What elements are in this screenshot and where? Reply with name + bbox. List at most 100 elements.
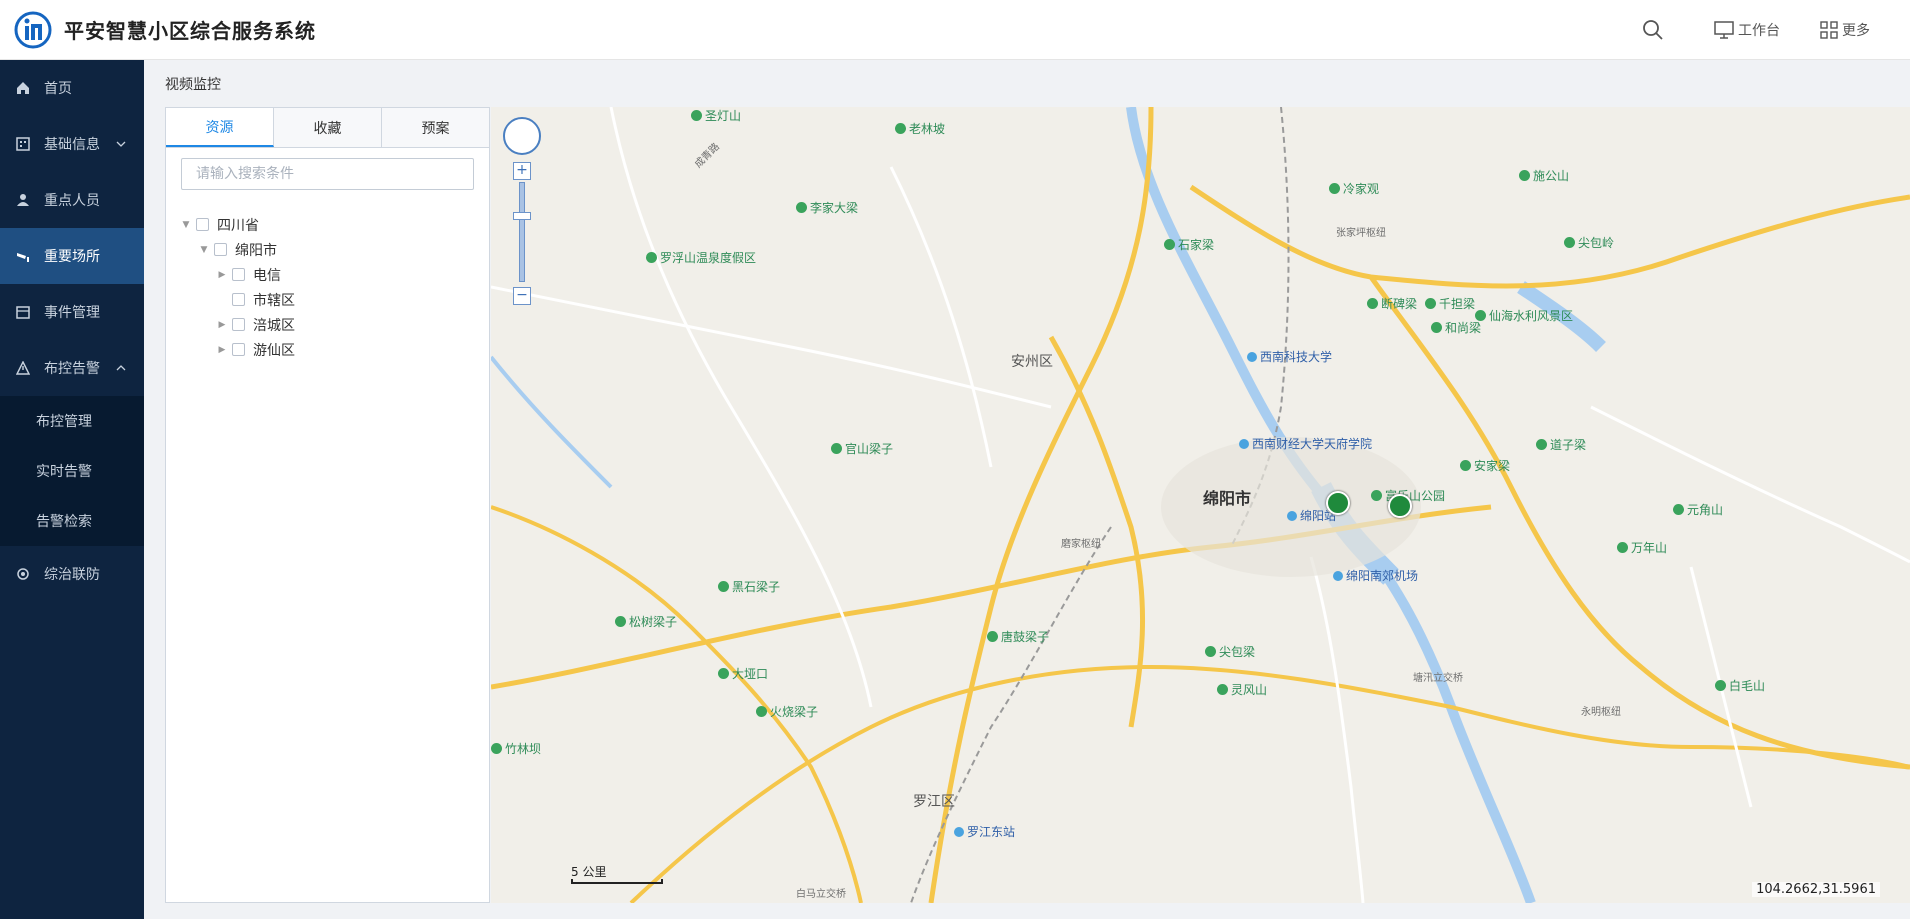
sidebar-item-home[interactable]: 首页 — [0, 60, 144, 116]
camera-marker[interactable] — [1326, 491, 1350, 515]
map-poi-label: 西南科技大学 — [1247, 348, 1332, 365]
map-green-label: 仙海水利风景区 — [1475, 307, 1573, 324]
map-green-label: 施公山 — [1519, 167, 1569, 184]
tab-resources[interactable]: 资源 — [166, 108, 274, 147]
map-green-label: 罗浮山温泉度假区 — [646, 249, 756, 266]
map-place-label: 永明枢纽 — [1581, 707, 1621, 718]
map-district-label: 罗江区 — [913, 794, 955, 810]
tree-node-city-district[interactable]: 市辖区 — [166, 287, 489, 312]
map-green-label: 唐鼓梁子 — [987, 628, 1049, 645]
tree-checkbox[interactable] — [214, 243, 227, 256]
more-button[interactable]: 更多 — [1820, 20, 1870, 40]
sidebar-item-label: 事件管理 — [44, 305, 100, 321]
map-green-label: 石家梁 — [1164, 236, 1214, 253]
map-green-label: 断碑梁 — [1367, 295, 1417, 312]
expand-toggle-icon[interactable]: ▼ — [198, 245, 210, 255]
map-poi-label: 绵阳南郊机场 — [1333, 567, 1418, 584]
map-green-label: 万年山 — [1617, 539, 1667, 556]
sidebar-item-label: 重点人员 — [44, 193, 100, 209]
map-green-label: 官山梁子 — [831, 440, 893, 457]
sidebar-item-label: 综治联防 — [44, 567, 100, 583]
tree-tabs: 资源 收藏 预案 — [166, 108, 489, 148]
calendar-icon — [16, 306, 30, 319]
zoom-slider-handle[interactable] — [513, 212, 531, 220]
map-green-label: 安家梁 — [1460, 457, 1510, 474]
map-green-label: 大垭口 — [718, 665, 768, 682]
map-poi-label: 西南财经大学天府学院 — [1239, 435, 1372, 452]
tree-node-city[interactable]: ▼ 绵阳市 — [166, 237, 489, 262]
sidebar: 首页 基础信息 重点人员 重要场所 事件管理 布控告警 布控管理 实时告警 告警… — [0, 60, 144, 919]
workbench-button[interactable]: 工作台 — [1714, 20, 1780, 40]
map-pan-control[interactable] — [503, 117, 541, 155]
top-header: 平安智慧小区综合服务系统 工作台 更多 — [0, 0, 1910, 60]
home-icon — [17, 82, 29, 94]
map-district-label: 安州区 — [1011, 354, 1053, 370]
tree-node-label: 市辖区 — [253, 292, 295, 309]
zoom-slider-track[interactable] — [519, 182, 525, 282]
tree-node-telecom[interactable]: ▶ 电信 — [166, 262, 489, 287]
sidebar-item-alarm-control[interactable]: 布控告警 — [0, 340, 144, 396]
tree-node-label: 游仙区 — [253, 342, 295, 359]
map-zoom-control: + − — [513, 162, 531, 307]
sidebar-item-event-management[interactable]: 事件管理 — [0, 284, 144, 340]
warning-icon — [16, 361, 30, 375]
search-icon[interactable] — [1642, 19, 1664, 41]
map-view[interactable]: + − 绵阳市 安州区 罗江区 磨家枢纽 张家坪枢纽 塘汛立交桥 永明枢纽 绵阳… — [491, 107, 1910, 903]
map-city-label: 绵阳市 — [1203, 489, 1252, 508]
collapse-toggle-icon[interactable]: ▶ — [216, 270, 228, 280]
map-coordinates-readout: 104.2662,31.5961 — [1752, 882, 1880, 897]
sidebar-item-basic-info[interactable]: 基础信息 — [0, 116, 144, 172]
tree-checkbox[interactable] — [232, 293, 245, 306]
map-green-label: 黑石梁子 — [718, 578, 780, 595]
tab-plans[interactable]: 预案 — [382, 108, 489, 147]
breadcrumb: 视频监控 — [165, 77, 221, 93]
zoom-out-button[interactable]: − — [513, 287, 531, 305]
camera-marker[interactable] — [1388, 494, 1412, 518]
zoom-in-button[interactable]: + — [513, 162, 531, 180]
tree-node-fucheng[interactable]: ▶ 涪城区 — [166, 312, 489, 337]
tree-checkbox[interactable] — [232, 268, 245, 281]
map-place-label: 张家坪枢纽 — [1336, 228, 1386, 239]
sidebar-item-label: 首页 — [44, 81, 72, 97]
tree-checkbox[interactable] — [196, 218, 209, 231]
tree-node-province[interactable]: ▼ 四川省 — [166, 212, 489, 237]
sidebar-item-important-places[interactable]: 重要场所 — [0, 228, 144, 284]
expand-toggle-icon[interactable]: ▼ — [180, 220, 192, 230]
sub-item-control-management[interactable]: 布控管理 — [0, 396, 144, 446]
workbench-label: 工作台 — [1738, 23, 1780, 39]
search-input[interactable] — [181, 158, 474, 190]
sidebar-item-key-persons[interactable]: 重点人员 — [0, 172, 144, 228]
map-place-label: 白马立交桥 — [796, 889, 846, 900]
tree-node-youxian[interactable]: ▶ 游仙区 — [166, 337, 489, 362]
sub-item-alarm-search[interactable]: 告警检索 — [0, 496, 144, 546]
user-icon — [17, 194, 29, 206]
chevron-up-icon — [116, 365, 126, 371]
camera-icon — [17, 253, 29, 262]
map-green-label: 松树梁子 — [615, 613, 677, 630]
tree-node-label: 四川省 — [217, 217, 259, 234]
sidebar-item-label: 重要场所 — [44, 249, 100, 265]
tree-checkbox[interactable] — [232, 318, 245, 331]
sidebar-item-label: 基础信息 — [44, 137, 100, 153]
sidebar-item-joint-defense[interactable]: 综治联防 — [0, 546, 144, 602]
resource-tree-panel: 资源 收藏 预案 ▼ 四川省 ▼ 绵阳市 ▶ 电信 市辖区 ▶ 涪城区 — [165, 107, 490, 903]
collapse-toggle-icon[interactable]: ▶ — [216, 320, 228, 330]
collapse-toggle-icon[interactable]: ▶ — [216, 345, 228, 355]
map-green-label: 冷家观 — [1329, 180, 1379, 197]
sub-item-realtime-alarm[interactable]: 实时告警 — [0, 446, 144, 496]
map-scale-label: 5 公里 — [571, 865, 607, 879]
app-title: 平安智慧小区综合服务系统 — [64, 19, 316, 43]
map-green-label: 道子梁 — [1536, 436, 1586, 453]
tree-node-label: 绵阳市 — [235, 242, 277, 259]
sidebar-item-label: 布控告警 — [44, 361, 100, 377]
tree-checkbox[interactable] — [232, 343, 245, 356]
tab-favorites[interactable]: 收藏 — [274, 108, 382, 147]
map-green-label: 李家大梁 — [796, 199, 858, 216]
tree-node-label: 电信 — [253, 267, 281, 284]
map-green-label: 和尚梁 — [1431, 319, 1481, 336]
more-label: 更多 — [1842, 23, 1870, 39]
map-poi-label: 罗江东站 — [954, 823, 1015, 840]
alarm-sub-menu: 布控管理 实时告警 告警检索 — [0, 396, 144, 546]
map-green-label: 灵风山 — [1217, 681, 1267, 698]
map-green-label: 千担梁 — [1425, 295, 1475, 312]
